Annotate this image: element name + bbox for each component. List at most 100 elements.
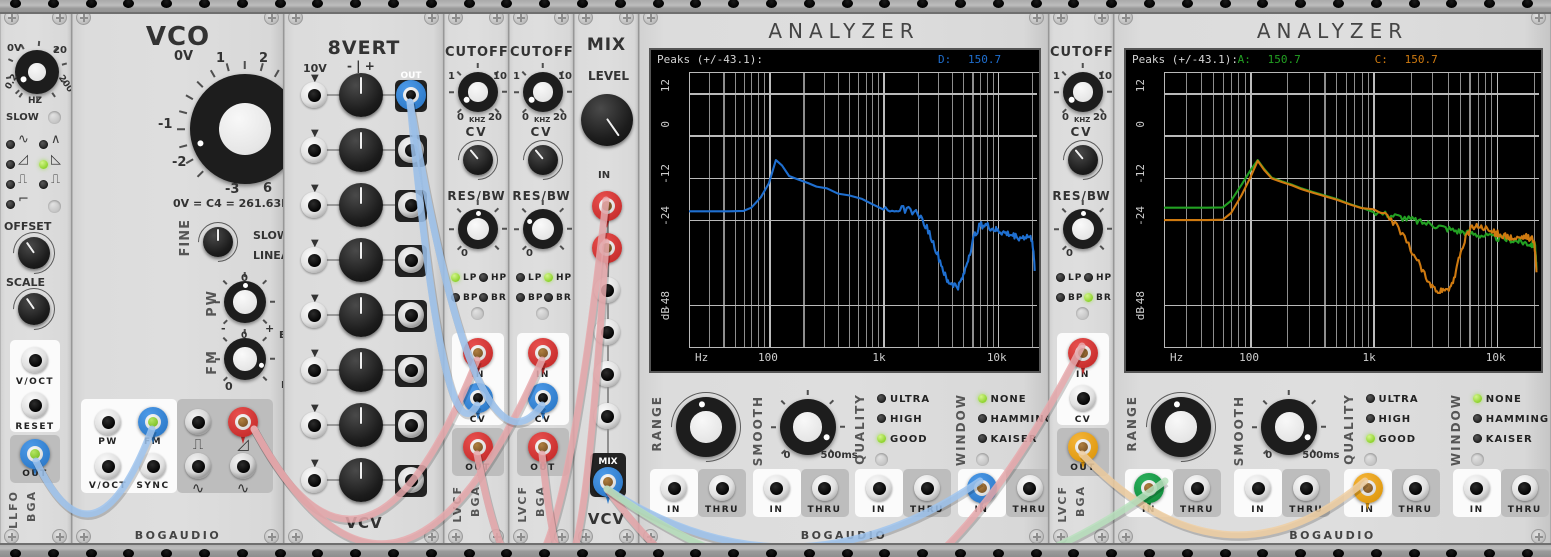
analyzer1-quality-led-good[interactable] (877, 434, 886, 443)
analyzer1-ch4-thru-port[interactable] (1016, 475, 1043, 501)
panel-screw[interactable] (1053, 10, 1068, 25)
analyzer1-window-led-none[interactable] (977, 394, 987, 403)
vert8-in-port-6[interactable] (301, 357, 327, 383)
analyzer1-ch1-in-port[interactable] (661, 475, 687, 501)
analyzer2-window-led-kaiser[interactable] (1472, 434, 1482, 443)
analyzer2-window-led-hamming[interactable] (1472, 414, 1482, 423)
panel-screw[interactable] (4, 10, 19, 25)
analyzer1-window-led-extra[interactable] (975, 453, 989, 466)
panel-screw[interactable] (554, 10, 569, 25)
panel-screw[interactable] (578, 529, 593, 544)
analyzer1-ch1-thru-port[interactable] (709, 475, 735, 501)
module-lvcf2[interactable]: CUTOFF 1 10 0 20 KHZ CV RES/BW 0 LP HP BP BR IN CV OUT L… (509, 7, 574, 550)
lfo-wave-led-pulse[interactable] (39, 180, 48, 189)
vert8-out-port-6[interactable] (398, 357, 424, 383)
vco-out-saw-port[interactable] (230, 409, 256, 435)
lvcf1-led-extra[interactable] (471, 307, 484, 320)
lvcf2-res-knob[interactable] (523, 209, 563, 249)
vert8-in-port-1[interactable] (301, 82, 327, 108)
analyzer2-ch1-thru-port[interactable] (1184, 475, 1210, 501)
vert8-out-port-4[interactable] (398, 247, 424, 273)
vert8-in-port-4[interactable] (301, 247, 327, 273)
panel-screw[interactable] (513, 529, 528, 544)
analyzer2-spectrum-display[interactable]: Peaks (+/-43.1): A: 150.7 C: 150.7 12 0 -12 -24-… (1124, 48, 1543, 373)
vert8-knob-4[interactable] (339, 238, 383, 282)
lfo-reset-port[interactable] (22, 392, 48, 418)
analyzer1-ch3-thru-port[interactable] (914, 475, 940, 501)
vert8-knob-8[interactable] (339, 458, 383, 502)
vert8-in-port-2[interactable] (301, 137, 327, 163)
analyzer1-quality-led-high[interactable] (877, 414, 886, 423)
lvcf2-out-port[interactable] (530, 434, 556, 460)
lvcf1-cutoff-knob[interactable] (458, 72, 498, 112)
analyzer2-ch4-thru-port[interactable] (1511, 475, 1538, 501)
mix-in-port-2[interactable] (594, 235, 620, 261)
analyzer1-ch4-in-port[interactable] (968, 475, 995, 501)
vco-voct-port[interactable] (95, 453, 121, 479)
lvcf3-led-bp[interactable] (1056, 293, 1065, 302)
analyzer1-ch2-thru-port[interactable] (811, 475, 838, 501)
vert8-in-port-5[interactable] (301, 302, 327, 328)
analyzer2-ch4-in-port[interactable] (1463, 475, 1490, 501)
analyzer1-quality-led-extra[interactable] (875, 453, 888, 466)
panel-screw[interactable] (554, 529, 569, 544)
lvcf1-led-br[interactable] (479, 293, 488, 302)
mix-in-port-6[interactable] (594, 403, 620, 429)
vco-pw-port[interactable] (95, 409, 121, 435)
vert8-in-port-3[interactable] (301, 192, 327, 218)
panel-screw[interactable] (1094, 10, 1109, 25)
lfo-out-port[interactable] (22, 441, 48, 467)
vert8-knob-5[interactable] (339, 293, 383, 337)
lvcf2-led-br[interactable] (544, 293, 553, 302)
panel-screw[interactable] (448, 10, 463, 25)
lvcf2-led-extra[interactable] (536, 307, 549, 320)
vert8-knob-2[interactable] (339, 128, 383, 172)
vco-pw-knob[interactable] (224, 281, 266, 323)
vert8-out-port-5[interactable] (398, 302, 424, 328)
vco-out-tri-port[interactable] (230, 453, 256, 479)
module-analyzer2[interactable]: ANALYZER Peaks (+/-43.1): A: 150.7 C: 150.7 12… (1114, 7, 1551, 550)
analyzer1-ch2-in-port[interactable] (763, 475, 790, 501)
panel-screw[interactable] (1053, 529, 1068, 544)
module-vert8[interactable]: 8VERT 10V - | + ▼ ▼ ▼ ▼ ▼ ▼ ▼ ▼ OUT VCV (284, 7, 444, 550)
lvcf2-led-bp[interactable] (516, 293, 525, 302)
lfo-frequency-knob[interactable] (15, 50, 59, 94)
mix-in-port-5[interactable] (594, 361, 620, 387)
lfo-slow-led[interactable] (48, 111, 61, 124)
lfo-wave-led-step[interactable] (6, 200, 15, 209)
panel-screw[interactable] (4, 529, 19, 544)
panel-screw[interactable] (513, 10, 528, 25)
vert8-knob-7[interactable] (339, 403, 383, 447)
analyzer2-quality-led-high[interactable] (1365, 414, 1375, 423)
module-llfo[interactable]: 0V 20 200 HZ 0.2 SLOW ∿ ∧ ◿ ◺ ⎍ ⎍ ⌐ OFFSET SCALE V/OCT R… (0, 7, 72, 550)
lvcf3-led-extra[interactable] (1076, 307, 1089, 320)
lvcf1-led-lp[interactable] (451, 273, 460, 282)
vco-out-sine-port[interactable] (185, 453, 211, 479)
panel-screw[interactable] (619, 10, 634, 25)
panel-screw[interactable] (424, 10, 439, 25)
lfo-wave-led-ramp-up[interactable] (6, 160, 15, 169)
lvcf2-cv-port[interactable] (530, 385, 556, 411)
vert8-knob-3[interactable] (339, 183, 383, 227)
mix-in-port-4[interactable] (594, 319, 620, 345)
lvcf3-led-hp[interactable] (1084, 273, 1093, 282)
vert8-in-port-8[interactable] (301, 467, 327, 493)
lvcf1-cv-port[interactable] (465, 385, 491, 411)
vcv-rack-canvas[interactable]: 0V 20 200 HZ 0.2 SLOW ∿ ∧ ◿ ◺ ⎍ ⎍ ⌐ OFFSET SCALE V/OCT R… (0, 0, 1551, 557)
vco-fm-knob[interactable] (224, 338, 266, 380)
lfo-wave-led-sine[interactable] (6, 140, 15, 149)
analyzer2-ch3-in-port[interactable] (1354, 475, 1381, 501)
analyzer2-ch1-in-port[interactable] (1136, 475, 1162, 501)
panel-screw[interactable] (489, 10, 504, 25)
lvcf3-cutoff-knob[interactable] (1063, 72, 1103, 112)
analyzer1-smooth-knob[interactable] (779, 399, 836, 455)
analyzer2-quality-led-good[interactable] (1365, 434, 1375, 443)
mix-in-port-3[interactable] (594, 277, 620, 303)
lvcf1-led-hp[interactable] (479, 273, 488, 282)
lvcf2-in-port[interactable] (530, 340, 556, 366)
analyzer1-quality-led-ultra[interactable] (877, 394, 886, 403)
vert8-out-port-1[interactable] (398, 82, 424, 108)
vert8-out-port-7[interactable] (398, 412, 424, 438)
vert8-knob-1[interactable] (339, 73, 383, 117)
lvcf3-res-knob[interactable] (1063, 209, 1103, 249)
